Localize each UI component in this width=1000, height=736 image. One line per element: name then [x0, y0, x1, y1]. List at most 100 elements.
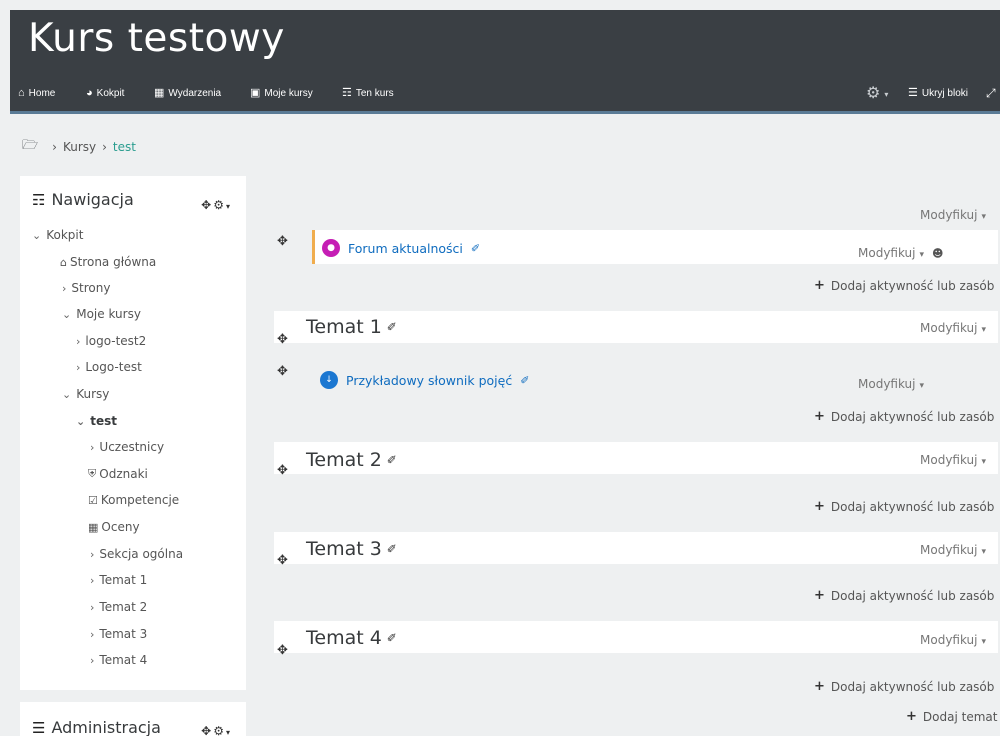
table-icon: ▦ — [88, 520, 99, 534]
move-icon[interactable]: ✥ — [277, 234, 288, 249]
chevron-down-icon: ▾ — [981, 637, 987, 647]
hide-blocks-button[interactable]: ☰ Ukryj bloki — [908, 88, 968, 100]
pencil-icon[interactable]: ✐ — [387, 631, 397, 645]
tree-item-label: Temat 2 — [99, 600, 148, 614]
breadcrumb-kursy[interactable]: Kursy — [63, 140, 96, 154]
edit-menu-temat-4[interactable]: Modyfikuj ▾ — [920, 633, 986, 647]
add-activity-label: Dodaj aktywność lub zasób — [830, 499, 995, 514]
edit-menu-glossary[interactable]: Modyfikuj ▾ — [858, 377, 924, 391]
section-title-temat-2[interactable]: Temat 2 ✐ — [306, 449, 397, 471]
administration-title-label: Administracja — [51, 718, 161, 736]
chevron-down-icon[interactable]: ▾ — [226, 202, 232, 211]
tree-item-oceny[interactable]: ▦ Oceny — [88, 520, 140, 534]
tree-item-logo-test2[interactable]: › logo-test2 — [76, 334, 146, 348]
gear-icon[interactable]: ⚙ — [213, 198, 226, 212]
tree-item-label: Strona główna — [69, 255, 157, 269]
header-accent-line — [10, 111, 1000, 114]
move-icon[interactable]: ✥ — [277, 463, 288, 478]
section-title-temat-4[interactable]: Temat 4 ✐ — [306, 627, 397, 649]
add-topic-button[interactable]: + Dodaj temat — [906, 709, 997, 724]
tree-item-kursy[interactable]: ⌄ Kursy — [62, 387, 109, 401]
chevron-right-icon: › — [76, 360, 81, 374]
pencil-icon[interactable]: ✐ — [387, 542, 397, 556]
tree-item-kompetencje[interactable]: ☑ Kompetencje — [88, 493, 179, 507]
chevron-down-icon: ▾ — [919, 381, 925, 391]
add-activity-temat-2[interactable]: + Dodaj aktywność lub zasób — [814, 499, 994, 514]
navbar: ⌂ Home ◕ Kokpit ▦ Wydarzenia ▣ Moje kurs… — [10, 84, 1000, 110]
plus-icon: + — [814, 588, 825, 603]
pencil-icon[interactable]: ✐ — [387, 320, 397, 334]
chevron-down-icon[interactable]: ▾ — [226, 728, 232, 736]
move-icon[interactable]: ✥ — [201, 724, 213, 736]
tree-item-kokpit[interactable]: ⌄ Kokpit — [32, 228, 83, 242]
add-activity-label: Dodaj aktywność lub zasób — [830, 278, 995, 293]
nav-moje-kursy[interactable]: ▣ Moje kursy — [250, 88, 313, 100]
move-icon[interactable]: ✥ — [277, 643, 288, 658]
add-activity-temat-4[interactable]: + Dodaj aktywność lub zasób — [814, 679, 994, 694]
fullscreen-icon[interactable]: ⤢ — [986, 86, 996, 101]
pencil-icon[interactable]: ✐ — [520, 374, 529, 387]
navigation-title-label: Nawigacja — [51, 190, 134, 209]
nav-home-label: Home — [28, 88, 56, 99]
administration-block-title: ☰ Administracja — [32, 718, 161, 736]
breadcrumb-separator: › — [102, 140, 107, 154]
activity-forum[interactable]: ● Forum aktualności ✐ — [322, 239, 480, 257]
section-title-temat-1[interactable]: Temat 1 ✐ — [306, 316, 397, 338]
tree-item-label: Uczestnicy — [99, 440, 165, 454]
edit-menu-temat-2[interactable]: Modyfikuj ▾ — [920, 453, 986, 467]
tree-item-strony[interactable]: › Strony — [62, 281, 110, 295]
plus-icon: + — [906, 709, 917, 724]
nav-kokpit-label: Kokpit — [96, 88, 125, 99]
section-title-temat-3[interactable]: Temat 3 ✐ — [306, 538, 397, 560]
tree-item-label: Temat 1 — [99, 573, 148, 587]
edit-menu-forum[interactable]: Modyfikuj ▾ ☻ — [858, 246, 944, 260]
tree-item-test[interactable]: ⌄ test — [76, 414, 117, 428]
breadcrumb-test[interactable]: test — [113, 140, 136, 154]
tree-item-label: Kokpit — [46, 228, 84, 242]
tree-item-logo-test[interactable]: › Logo-test — [76, 360, 142, 374]
edit-menu-temat-1[interactable]: Modyfikuj ▾ — [920, 321, 986, 335]
tree-item-label: Kompetencje — [100, 493, 180, 507]
add-activity-general[interactable]: + Dodaj aktywność lub zasób — [814, 278, 994, 293]
tree-item-sekcja-ogolna[interactable]: › Sekcja ogólna — [90, 547, 183, 561]
add-activity-temat-1[interactable]: + Dodaj aktywność lub zasób — [814, 409, 994, 424]
tree-item-label: Temat 4 — [99, 653, 148, 667]
home-icon: ⌂ — [18, 87, 25, 99]
gear-icon: ⚙ — [866, 85, 881, 102]
forum-icon: ● — [322, 239, 340, 257]
tree-item-odznaki[interactable]: ⛨ Odznaki — [88, 467, 148, 481]
tree-item-strona-glowna[interactable]: ⌂ Strona główna — [60, 255, 156, 269]
tree-item-temat-3[interactable]: › Temat 3 — [90, 627, 147, 641]
dashboard-icon: ◕ — [86, 87, 93, 99]
activity-glossary[interactable]: ↓ Przykładowy słownik pojęć ✐ — [320, 371, 529, 389]
edit-menu-temat-3[interactable]: Modyfikuj ▾ — [920, 543, 986, 557]
pencil-icon[interactable]: ✐ — [387, 453, 397, 467]
tree-item-temat-4[interactable]: › Temat 4 — [90, 653, 147, 667]
gear-icon[interactable]: ⚙ — [213, 724, 226, 736]
edit-menu-general[interactable]: Modyfikuj ▾ — [920, 208, 986, 222]
settings-menu[interactable]: ⚙ ▾ — [866, 86, 888, 102]
user-icon[interactable]: ☻ — [932, 247, 943, 260]
move-icon[interactable]: ✥ — [201, 198, 213, 212]
tree-item-temat-2[interactable]: › Temat 2 — [90, 600, 147, 614]
chevron-right-icon: › — [90, 653, 95, 667]
move-icon[interactable]: ✥ — [277, 364, 288, 379]
nav-kokpit[interactable]: ◕ Kokpit — [86, 87, 125, 100]
nav-wydarzenia[interactable]: ▦ Wydarzenia — [154, 88, 221, 100]
nav-home[interactable]: ⌂ Home — [18, 87, 56, 100]
site-title[interactable]: Kurs testowy — [28, 16, 285, 61]
move-icon[interactable]: ✥ — [277, 332, 288, 347]
tree-item-temat-1[interactable]: › Temat 1 — [90, 573, 147, 587]
nav-ten-kurs[interactable]: ☶ Ten kurs — [342, 88, 394, 100]
chevron-down-icon: ▾ — [981, 547, 987, 557]
pencil-icon[interactable]: ✐ — [471, 242, 480, 255]
tree-item-moje-kursy[interactable]: ⌄ Moje kursy — [62, 307, 141, 321]
plus-icon: + — [814, 278, 825, 293]
tree-item-uczestnicy[interactable]: › Uczestnicy — [90, 440, 164, 454]
chevron-right-icon: › — [90, 547, 95, 561]
tree-item-label: Kursy — [76, 387, 110, 401]
move-icon[interactable]: ✥ — [277, 553, 288, 568]
plus-icon: + — [814, 679, 825, 694]
add-activity-temat-3[interactable]: + Dodaj aktywność lub zasób — [814, 588, 994, 603]
chevron-right-icon: › — [90, 627, 95, 641]
